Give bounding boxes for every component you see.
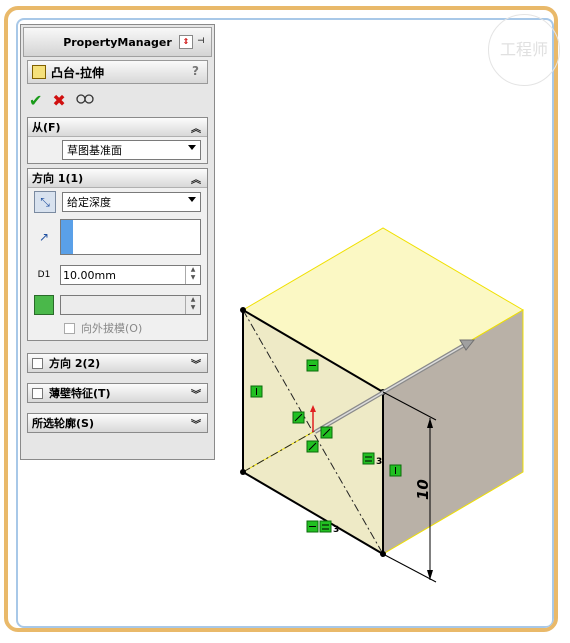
relation-label: 3 (333, 525, 339, 535)
expand-chevron-icon[interactable]: ︾ (191, 416, 201, 431)
direction2-title: 方向 2(2) (49, 357, 101, 370)
selected-contours-group: 所选轮廓(S) ︾ (27, 413, 208, 433)
from-title: 从(F) (32, 121, 61, 134)
from-select-value: 草图基准面 (67, 144, 122, 157)
relation-vertical[interactable] (250, 385, 263, 398)
ok-button[interactable]: ✔ (29, 91, 42, 110)
direction-selection-box[interactable] (60, 219, 201, 255)
draft-outward-checkbox (64, 322, 75, 334)
direction2-group-header[interactable]: 方向 2(2) ︾ (28, 354, 207, 372)
depth-spinbox[interactable]: 10.00mm ▲ ▼ (60, 265, 201, 285)
depth-value: 10.00mm (63, 268, 116, 282)
cancel-button[interactable]: ✖ (52, 91, 65, 110)
relation-horizontal[interactable] (306, 359, 319, 372)
thin-feature-title: 薄壁特征(T) (49, 387, 111, 400)
selection-focus-marker (61, 220, 73, 254)
draft-toggle-icon[interactable] (34, 295, 54, 315)
draft-outward-option: 向外拔模(O) (28, 318, 207, 340)
selected-contours-title: 所选轮廓(S) (32, 417, 94, 430)
relation-label: 3 (376, 457, 382, 467)
direction-vector-icon: ↗ (38, 230, 50, 244)
collapse-chevron-icon[interactable]: ︽ (191, 120, 201, 135)
expand-chevron-icon[interactable]: ︾ (191, 356, 201, 371)
depth-icon: D1 (37, 270, 51, 280)
dimension-extension (382, 553, 437, 583)
thin-feature-group: 薄壁特征(T) ︾ (27, 383, 208, 403)
direction2-group: 方向 2(2) ︾ (27, 353, 208, 373)
property-manager: PropertyManager ⇕ ⊣ 凸台-拉伸 ? ✔ ✖ 从(F) ︽ 草… (20, 24, 215, 460)
relation-equal[interactable] (319, 520, 332, 533)
relation-midpoint[interactable] (292, 411, 305, 424)
action-bar: ✔ ✖ (21, 87, 214, 113)
direction1-group-header[interactable]: 方向 1(1) ︽ (28, 169, 207, 188)
end-condition-value: 给定深度 (67, 196, 111, 209)
relation-vertical[interactable] (389, 464, 402, 477)
spin-arrows-icon: ▲ ▼ (185, 296, 200, 314)
direction2-checkbox[interactable] (32, 357, 43, 369)
vertex[interactable] (240, 469, 246, 475)
dropdown-arrow-icon (188, 197, 196, 202)
from-select[interactable]: 草图基准面 (62, 140, 201, 160)
detailed-preview-button[interactable] (76, 91, 94, 109)
reverse-direction-icon[interactable]: ⤡ (34, 191, 56, 213)
relation-horizontal[interactable] (306, 520, 319, 533)
feature-title-bar: 凸台-拉伸 ? (27, 60, 208, 84)
collapse-chevron-icon[interactable]: ︽ (191, 171, 201, 186)
flyout-icon[interactable]: ⇕ (179, 35, 193, 49)
spin-arrows-icon[interactable]: ▲ ▼ (185, 266, 200, 284)
relation-equal[interactable] (362, 452, 375, 465)
dimension-arrow (427, 570, 433, 580)
direction1-title: 方向 1(1) (32, 172, 84, 185)
thin-feature-checkbox[interactable] (32, 387, 43, 399)
vertex[interactable] (240, 307, 246, 313)
boss-extrude-icon (32, 65, 46, 79)
feature-title: 凸台-拉伸 (51, 65, 104, 80)
glasses-icon (76, 94, 94, 104)
expand-chevron-icon[interactable]: ︾ (191, 386, 201, 401)
thin-feature-group-header[interactable]: 薄壁特征(T) ︾ (28, 384, 207, 402)
draft-angle-spinbox: ▲ ▼ (60, 295, 201, 315)
dropdown-arrow-icon (188, 145, 196, 150)
selected-contours-group-header[interactable]: 所选轮廓(S) ︾ (28, 414, 207, 432)
direction1-group: 方向 1(1) ︽ ⤡ 给定深度 ↗ D1 10.00mm ▲ ▼ ▲ ▼ 向外… (27, 168, 208, 341)
pm-header-title: PropertyManager (63, 35, 172, 49)
pm-header: PropertyManager ⇕ ⊣ (23, 27, 212, 57)
from-group: 从(F) ︽ 草图基准面 (27, 117, 208, 164)
relation-midpoint[interactable] (306, 440, 319, 453)
help-icon[interactable]: ? (192, 64, 199, 78)
relation-midpoint[interactable] (320, 426, 333, 439)
end-condition-select[interactable]: 给定深度 (62, 192, 201, 212)
from-group-header[interactable]: 从(F) ︽ (28, 118, 207, 137)
pin-icon[interactable]: ⊣ (195, 35, 207, 47)
dimension-value[interactable]: 10 (414, 479, 432, 500)
draft-outward-label: 向外拔模(O) (81, 322, 143, 335)
